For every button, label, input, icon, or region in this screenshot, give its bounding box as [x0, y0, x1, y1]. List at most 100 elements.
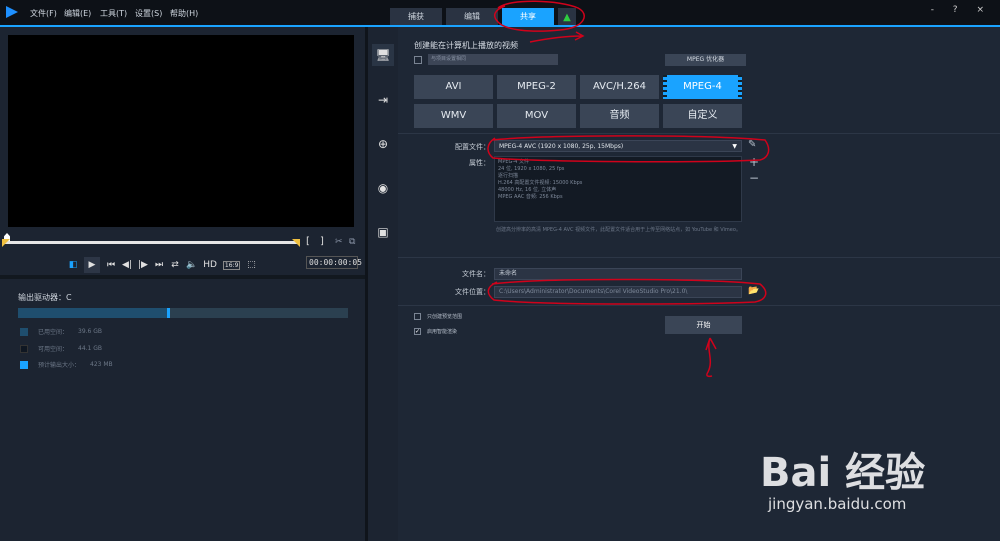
- mpeg-optimizer-button[interactable]: MPEG 优化器: [665, 54, 746, 66]
- profile-description: 创建高分辨率的高清 MPEG-4 AVC 视频文件，此配置文件适合用于上传至网络…: [496, 227, 741, 233]
- legend-output-value: 423 MB: [90, 361, 113, 368]
- menu-bar: 文件(F) 编辑(E) 工具(T) 设置(S) 帮助(H) 捕获 编辑 共享 ▲…: [0, 0, 1000, 26]
- play-icon: ▶: [88, 260, 96, 270]
- device-checkbox[interactable]: [414, 56, 422, 64]
- tab-share[interactable]: 共享: [502, 8, 554, 26]
- play-button[interactable]: ▶: [84, 257, 100, 273]
- watermark-brand: Bai 经验: [760, 450, 926, 496]
- location-input[interactable]: C:\Users\Administrator\Documents\Corel V…: [494, 286, 742, 298]
- next-frame-icon[interactable]: |▶: [138, 260, 148, 270]
- window-controls[interactable]: - ? ×: [931, 5, 992, 15]
- preview-range-checkbox[interactable]: [414, 313, 421, 320]
- legend-used-label: 已用空间：: [38, 329, 69, 336]
- format-avi[interactable]: AVI: [414, 75, 493, 99]
- format-avc[interactable]: AVC/H.264: [580, 75, 659, 99]
- format-mpeg2[interactable]: MPEG-2: [497, 75, 576, 99]
- 3d-icon[interactable]: ▣: [372, 221, 394, 243]
- mode-toggle-icon[interactable]: ◧: [68, 260, 78, 270]
- section-separator: [398, 133, 1000, 134]
- section-separator: [398, 257, 1000, 258]
- prev-frame-icon[interactable]: ◀|: [122, 260, 132, 270]
- copy-icon[interactable]: ⧉: [349, 237, 355, 247]
- format-audio[interactable]: 音频: [580, 104, 659, 128]
- edit-profile-icon[interactable]: ✎: [748, 139, 756, 150]
- legend-swatch-used: [20, 327, 28, 336]
- format-wmv[interactable]: WMV: [414, 104, 493, 128]
- web-icon[interactable]: ⊕: [372, 133, 394, 155]
- legend-free-label: 可用空间：: [38, 346, 69, 353]
- smart-render-option[interactable]: ✓ 启用智能渲染: [414, 328, 457, 335]
- chevron-down-icon: ▼: [732, 143, 737, 150]
- baidu-watermark: Bai 经验 jingyan.baidu.com: [760, 430, 990, 530]
- preview-range-label: 只创建预览范围: [427, 314, 463, 320]
- film-strip-edge: [663, 75, 667, 99]
- profile-value: MPEG-4 AVC (1920 x 1080, 25p, 15Mbps): [499, 143, 624, 150]
- player-panel: [ ] ✂ ⧉ ◧ ▶ ⏮ ◀| |▶ ⏭ ⇄ 🔈 HD 16:9 ⬚ 00:0…: [0, 27, 365, 541]
- legend-used: 已用空间： 39.6 GB: [20, 327, 102, 336]
- share-heading: 创建能在计算机上播放的视频: [414, 41, 518, 50]
- drive-usage-fill: [18, 308, 167, 318]
- legend-swatch-free: [20, 344, 28, 353]
- menu-settings[interactable]: 设置(S): [135, 8, 162, 19]
- section-separator: [398, 305, 1000, 306]
- computer-icon[interactable]: 🖥: [372, 44, 394, 66]
- timecode-display[interactable]: 00:00:00:05: [306, 256, 362, 269]
- preview-range-option[interactable]: 只创建预览范围: [414, 313, 462, 320]
- upload-icon[interactable]: ▲: [558, 8, 576, 26]
- share-category-bar: 🖥 ⇥ ⊕ ◉ ▣: [368, 27, 398, 541]
- format-mov[interactable]: MOV: [497, 104, 576, 128]
- home-icon[interactable]: ⏮: [106, 260, 116, 270]
- folder-icon[interactable]: 📂: [748, 286, 760, 296]
- video-preview[interactable]: [8, 35, 354, 227]
- start-button[interactable]: 开始: [665, 316, 742, 334]
- hd-toggle[interactable]: HD: [203, 260, 217, 270]
- workspace-tabs: 捕获 编辑 共享 ▲: [390, 8, 576, 26]
- end-icon[interactable]: ⏭: [154, 260, 164, 270]
- resize-icon[interactable]: ⬚: [246, 260, 256, 270]
- property-line: 逐行扫描: [498, 173, 519, 179]
- legend-used-value: 39.6 GB: [78, 328, 103, 335]
- device-select[interactable]: 与项目设置相同: [428, 54, 558, 65]
- legend-swatch-output: [20, 360, 28, 369]
- smart-render-label: 启用智能渲染: [427, 329, 458, 335]
- format-custom[interactable]: 自定义: [663, 104, 742, 128]
- menu-edit[interactable]: 编辑(E): [64, 8, 91, 19]
- remove-profile-icon[interactable]: −: [749, 171, 759, 185]
- add-profile-icon[interactable]: +: [749, 155, 759, 169]
- repeat-icon[interactable]: ⇄: [170, 260, 180, 270]
- legend-output: 预计输出大小： 423 MB: [20, 360, 113, 369]
- disc-icon[interactable]: ◉: [372, 177, 394, 199]
- film-strip-edge: [738, 75, 742, 99]
- profile-select[interactable]: MPEG-4 AVC (1920 x 1080, 25p, 15Mbps) ▼: [494, 140, 742, 152]
- menu-file[interactable]: 文件(F): [30, 8, 57, 19]
- mark-out-button[interactable]: ]: [320, 236, 324, 247]
- tab-edit[interactable]: 编辑: [446, 8, 498, 26]
- volume-icon[interactable]: 🔈: [186, 260, 197, 270]
- output-drive-label: 输出驱动器：C: [18, 293, 72, 302]
- location-label: 文件位置：: [455, 288, 490, 296]
- legend-output-label: 预计输出大小：: [38, 362, 81, 369]
- timeline-scrubber[interactable]: [4, 241, 298, 244]
- split-icon[interactable]: ✂: [335, 237, 343, 247]
- aspect-ratio-select[interactable]: 16:9: [222, 260, 241, 270]
- profile-label: 配置文件：: [455, 143, 490, 151]
- format-mpeg4[interactable]: MPEG-4: [663, 75, 742, 99]
- property-line: 24 位, 1920 x 1080, 25 fps: [498, 166, 565, 172]
- filename-label: 文件名：: [462, 270, 490, 278]
- menu-help[interactable]: 帮助(H): [170, 8, 198, 19]
- drive-usage-bar: [18, 308, 348, 318]
- panel-divider: [0, 275, 365, 279]
- format-mpeg4-label: MPEG-4: [683, 81, 722, 92]
- filename-input[interactable]: 未命名: [494, 268, 742, 280]
- app-logo-icon: [6, 6, 18, 18]
- property-line: MPEG-4 文件: [498, 159, 529, 165]
- playback-controls: ◧ ▶ ⏮ ◀| |▶ ⏭ ⇄ 🔈 HD 16:9 ⬚: [68, 257, 256, 273]
- smart-render-checkbox[interactable]: ✓: [414, 328, 421, 335]
- menu-tools[interactable]: 工具(T): [100, 8, 127, 19]
- mark-in-button[interactable]: [: [306, 236, 310, 247]
- watermark-url: jingyan.baidu.com: [768, 495, 907, 513]
- device-icon[interactable]: ⇥: [372, 89, 394, 111]
- tab-capture[interactable]: 捕获: [390, 8, 442, 26]
- property-line: 48000 Hz, 16 位, 立体声: [498, 187, 557, 193]
- legend-free-value: 44.1 GB: [78, 345, 103, 352]
